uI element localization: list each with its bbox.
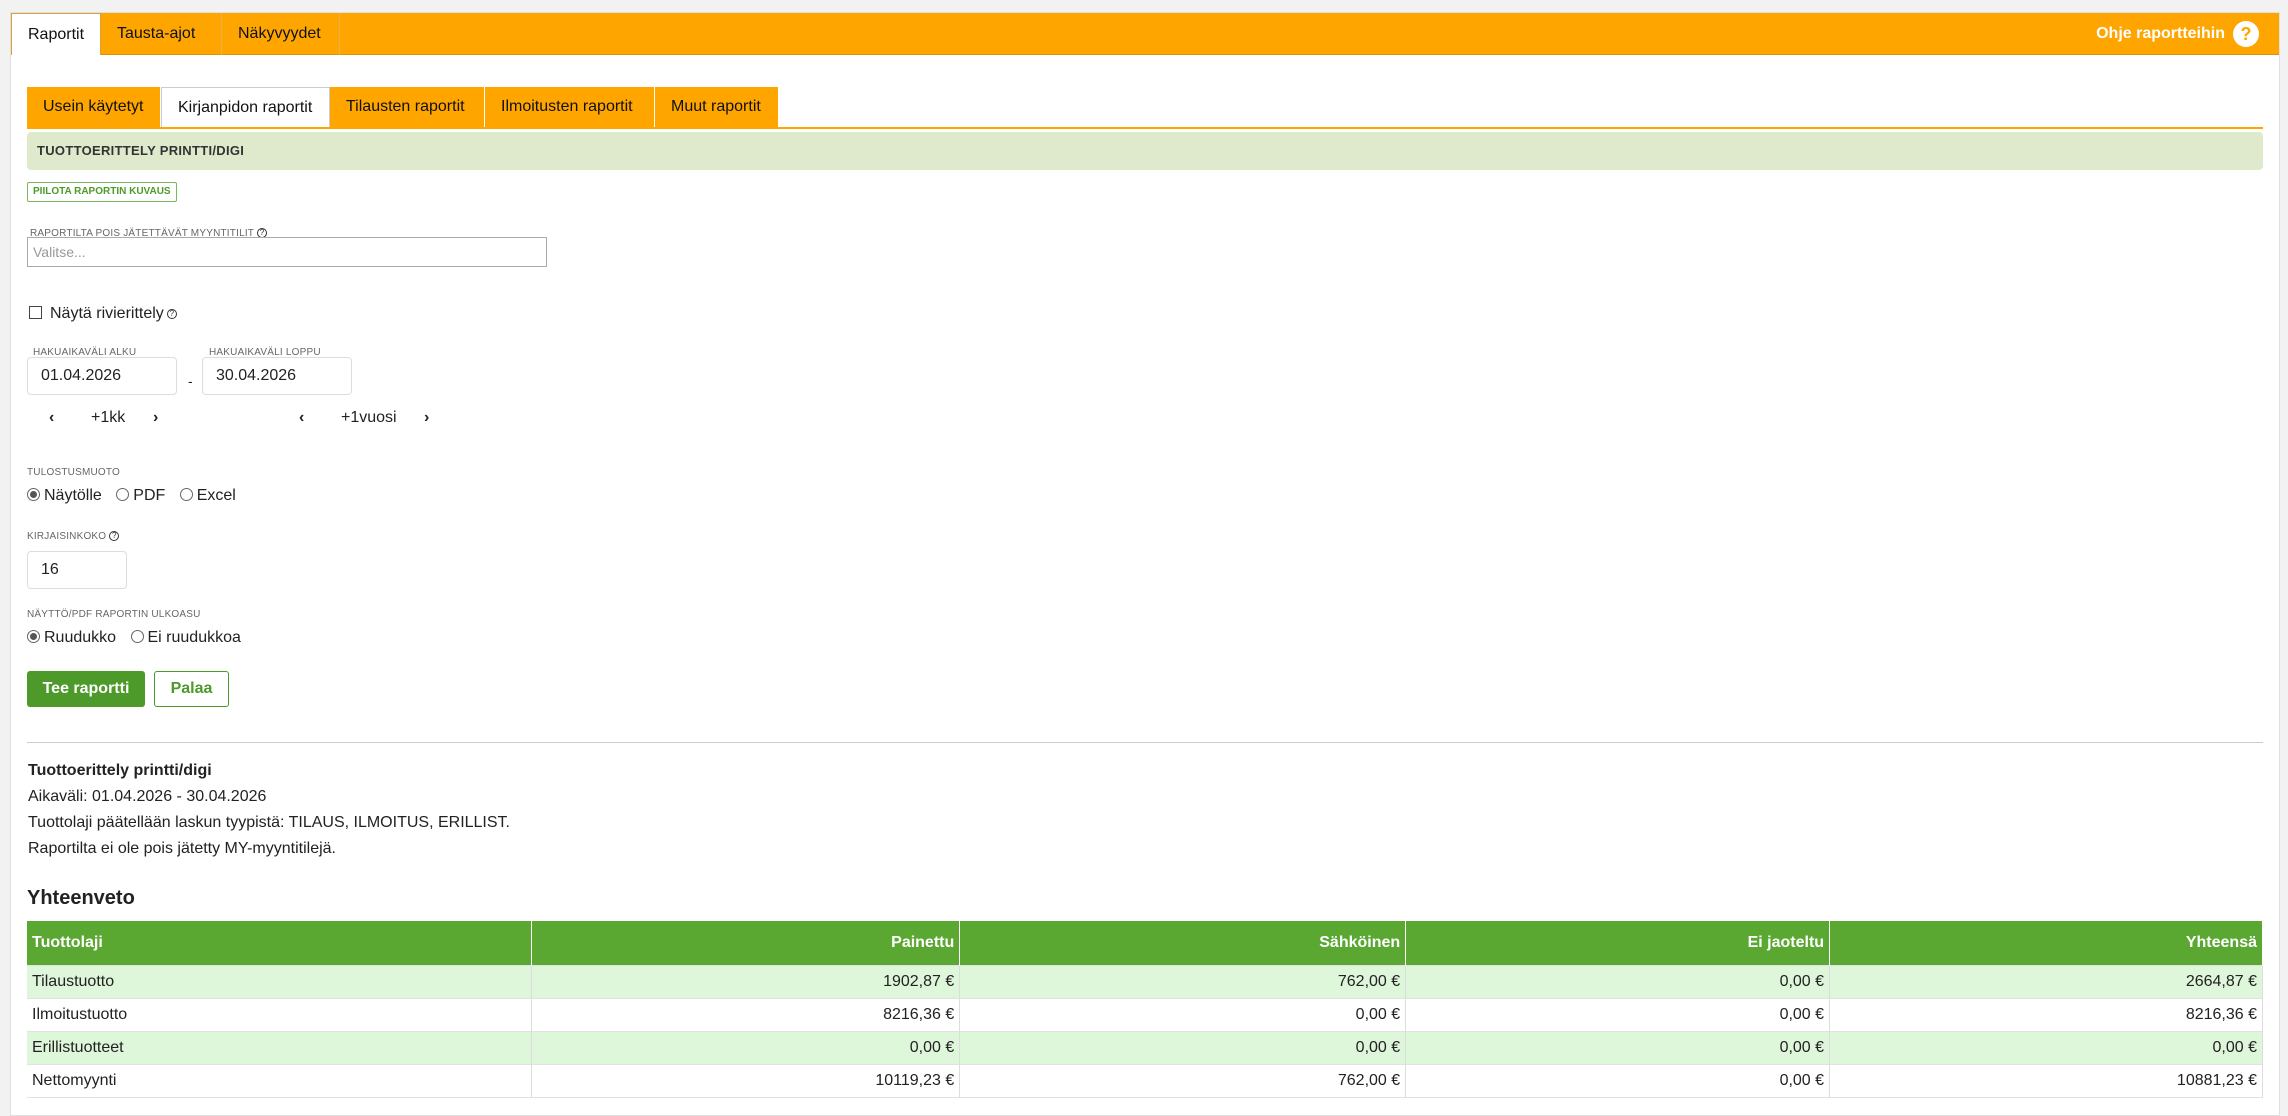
table-row: Erillistuotteet 0,00 € 0,00 € 0,00 € 0,0… xyxy=(27,1031,2263,1064)
table-cell: 0,00 € xyxy=(1405,998,1831,1031)
layout-label: NÄYTTÖ/PDF RAPORTIN ULKOASU xyxy=(27,609,201,620)
table-cell: Tilaustuotto xyxy=(27,965,533,998)
table-cell: 0,00 € xyxy=(1829,1031,2263,1064)
table-cell: 2664,87 € xyxy=(1829,965,2263,998)
result-title: Tuottoerittely printti/digi xyxy=(28,762,212,779)
table-cell: 762,00 € xyxy=(959,965,1407,998)
col-sahkoinen: Sähköinen xyxy=(959,921,1407,965)
table-cell: Nettomyynti xyxy=(27,1064,533,1097)
result-line-period: Aikaväli: 01.04.2026 - 30.04.2026 xyxy=(28,788,267,805)
output-excel-option[interactable]: Excel xyxy=(179,487,236,504)
table-row: Tilaustuotto 1902,87 € 762,00 € 0,00 € 2… xyxy=(27,965,2263,998)
tab-nakyvyydet[interactable]: Näkyvyydet xyxy=(222,13,340,55)
subtab-tilausten-raportit[interactable]: Tilausten raportit xyxy=(330,87,485,127)
result-separator xyxy=(27,742,2263,743)
col-tuottolaji: Tuottolaji xyxy=(27,921,533,965)
output-excel-label: Excel xyxy=(196,487,236,504)
year-prev-icon[interactable]: ‹ xyxy=(299,409,304,427)
start-date-input[interactable]: 01.04.2026 xyxy=(27,357,177,395)
font-size-label: KIRJAISINKOKO? xyxy=(27,531,120,542)
radio[interactable] xyxy=(179,488,193,501)
help-icon: ? xyxy=(2233,20,2259,47)
radio-selected[interactable] xyxy=(27,488,40,501)
tab-tausta-ajot[interactable]: Tausta-ajot xyxy=(101,13,222,55)
output-pdf-label: PDF xyxy=(133,487,166,504)
table-row: Ilmoitustuotto 8216,36 € 0,00 € 0,00 € 8… xyxy=(27,998,2263,1031)
year-next-icon[interactable]: › xyxy=(424,409,429,427)
date-range-dash: - xyxy=(188,373,193,389)
tab-divider xyxy=(27,127,2263,129)
subtab-usein-kaytetyt[interactable]: Usein käytetyt xyxy=(27,87,161,127)
tab-raportit[interactable]: Raportit xyxy=(11,13,101,55)
layout-nogrid-label: Ei ruudukkoa xyxy=(147,629,241,646)
output-screen-label: Näytölle xyxy=(44,487,102,504)
table-cell: 8216,36 € xyxy=(531,998,961,1031)
col-yhteensa: Yhteensä xyxy=(1829,921,2263,965)
subtab-kirjanpidon-raportit[interactable]: Kirjanpidon raportit xyxy=(161,87,330,127)
table-cell: 0,00 € xyxy=(531,1031,961,1064)
help-label: Ohje raportteihin xyxy=(2096,25,2225,42)
summary-table: Tuottolaji Painettu Sähköinen Ei jaotelt… xyxy=(27,921,2263,1098)
font-size-label-text: KIRJAISINKOKO xyxy=(27,531,107,542)
table-cell: 10881,23 € xyxy=(1829,1064,2263,1097)
table-cell: 0,00 € xyxy=(959,1031,1407,1064)
table-cell: 0,00 € xyxy=(1405,1031,1831,1064)
year-step-label: +1vuosi xyxy=(341,409,397,426)
report-title-bar: TUOTTOERITTELY PRINTTI/DIGI xyxy=(27,132,2263,170)
excluded-accounts-select[interactable]: Valitse... xyxy=(27,237,547,267)
back-button[interactable]: Palaa xyxy=(154,671,229,707)
col-painettu: Painettu xyxy=(531,921,961,965)
layout-grid-option[interactable]: Ruudukko xyxy=(27,629,116,646)
show-rows-label: Näytä rivierittely xyxy=(50,305,164,322)
layout-nogrid-option[interactable]: Ei ruudukkoa xyxy=(130,629,241,646)
app-frame: Raportit Tausta-ajot Näkyvyydet Ohje rap… xyxy=(10,12,2280,1116)
table-header-row: Tuottolaji Painettu Sähköinen Ei jaotelt… xyxy=(27,921,2263,965)
table-cell: 0,00 € xyxy=(1405,1064,1831,1097)
layout-grid-label: Ruudukko xyxy=(44,629,117,646)
end-date-input[interactable]: 30.04.2026 xyxy=(202,357,352,395)
output-pdf-option[interactable]: PDF xyxy=(116,487,165,504)
table-cell: 0,00 € xyxy=(959,998,1407,1031)
subtab-ilmoitusten-raportit[interactable]: Ilmoitusten raportit xyxy=(485,87,655,127)
question-icon[interactable]: ? xyxy=(109,531,120,542)
table-cell: 10119,23 € xyxy=(531,1064,961,1097)
run-report-button[interactable]: Tee raportti xyxy=(27,671,145,707)
output-format-label: TULOSTUSMUOTO xyxy=(27,467,120,478)
table-cell: 0,00 € xyxy=(1405,965,1831,998)
month-next-icon[interactable]: › xyxy=(153,409,158,427)
radio[interactable] xyxy=(116,488,130,501)
subtab-muut-raportit[interactable]: Muut raportit xyxy=(655,87,779,127)
table-cell: 8216,36 € xyxy=(1829,998,2263,1031)
show-rows-row: Näytä rivierittely? xyxy=(29,305,177,323)
top-nav: Raportit Tausta-ajot Näkyvyydet Ohje rap… xyxy=(11,13,2279,55)
result-line-type: Tuottolaji päätellään laskun tyypistä: T… xyxy=(28,814,510,831)
result-line-excluded: Raportilta ei ole pois jätetty MY-myynti… xyxy=(28,840,336,857)
col-ei-jaoteltu: Ei jaoteltu xyxy=(1405,921,1831,965)
table-row: Nettomyynti 10119,23 € 762,00 € 0,00 € 1… xyxy=(27,1064,2263,1097)
month-step-label: +1kk xyxy=(91,409,126,426)
hide-description-button[interactable]: PIILOTA RAPORTIN KUVAUS xyxy=(27,182,177,202)
help-link[interactable]: Ohje raportteihin? xyxy=(2096,13,2259,55)
table-cell: 1902,87 € xyxy=(531,965,961,998)
summary-title: Yhteenveto xyxy=(27,887,135,909)
table-cell: Ilmoitustuotto xyxy=(27,998,533,1031)
font-size-input[interactable]: 16 xyxy=(27,551,127,589)
show-rows-checkbox[interactable] xyxy=(29,306,42,319)
output-screen-option[interactable]: Näytölle xyxy=(27,487,102,504)
table-cell: 762,00 € xyxy=(959,1064,1407,1097)
output-format-group: Näytölle PDF Excel xyxy=(27,487,246,505)
radio-selected[interactable] xyxy=(27,630,40,643)
month-prev-icon[interactable]: ‹ xyxy=(49,409,54,427)
layout-group: Ruudukko Ei ruudukkoa xyxy=(27,629,251,647)
question-icon[interactable]: ? xyxy=(166,308,177,319)
table-cell: Erillistuotteet xyxy=(27,1031,533,1064)
radio[interactable] xyxy=(130,630,144,643)
